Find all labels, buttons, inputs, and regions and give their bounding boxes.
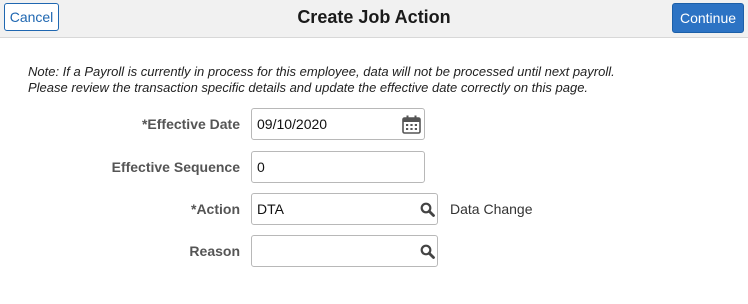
reason-search-icon[interactable] [420, 244, 435, 262]
reason-field[interactable] [251, 235, 438, 267]
reason-label: Reason [189, 243, 240, 259]
note-line-1: Note: If a Payroll is currently in proce… [28, 64, 615, 79]
effective-date-value: 09/10/2020 [257, 116, 328, 132]
payroll-note: Note: If a Payroll is currently in proce… [28, 64, 728, 96]
calendar-icon[interactable] [402, 115, 421, 137]
effective-sequence-value: 0 [257, 159, 265, 175]
action-label: *Action [191, 201, 240, 217]
action-search-icon[interactable] [420, 202, 435, 220]
effective-sequence-label: Effective Sequence [111, 159, 240, 175]
action-value: DTA [257, 201, 284, 217]
page-title: Create Job Action [297, 7, 451, 27]
action-description: Data Change [450, 201, 533, 217]
effective-sequence-field[interactable]: 0 [251, 151, 425, 183]
effective-date-field[interactable]: 09/10/2020 [251, 108, 425, 140]
page-header: Cancel Create Job Action Continue [0, 0, 748, 38]
note-line-2: Please review the transaction specific d… [28, 80, 589, 95]
continue-button[interactable]: Continue [672, 3, 744, 33]
effective-date-label: *Effective Date [141, 116, 240, 132]
action-field[interactable]: DTA [251, 193, 438, 225]
